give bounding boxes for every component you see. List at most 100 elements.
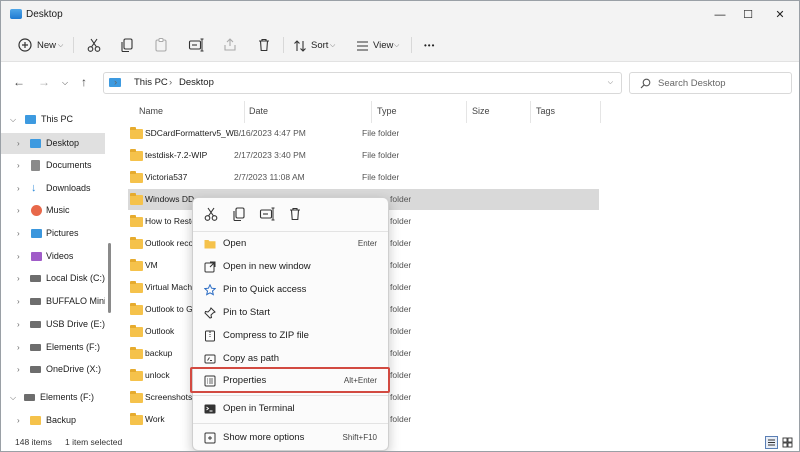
menu-item-show-more-options[interactable]: Show more options Shift+F10	[197, 427, 385, 449]
nav-item-label: Elements (F:)	[46, 342, 101, 352]
toolbar-separator	[411, 37, 412, 53]
column-divider[interactable]	[530, 101, 531, 123]
chevron-down-icon: ⌵	[330, 42, 336, 49]
menu-item-label: Compress to ZIP file	[223, 330, 309, 341]
menu-item-compress-zip[interactable]: Compress to ZIP file	[197, 325, 385, 347]
column-header-tags[interactable]: Tags	[536, 106, 555, 116]
address-bar[interactable]: › This PC › Desktop ⌵	[103, 72, 622, 94]
column-divider[interactable]	[371, 101, 372, 123]
column-header-name[interactable]: Name	[139, 106, 163, 116]
table-row[interactable]: testdisk-7.2-WIP 2/17/2023 3:40 PM File fo…	[128, 145, 599, 166]
chevron-right-icon[interactable]: ›	[17, 268, 20, 289]
folder-icon	[130, 391, 143, 403]
chevron-right-icon[interactable]: ›	[17, 223, 20, 244]
nav-item-this-pc[interactable]: ⌵ This PC	[1, 109, 105, 130]
breadcrumb-desktop[interactable]: Desktop	[179, 77, 214, 88]
nav-item-elements[interactable]: › Elements (F:)	[1, 337, 105, 358]
close-button[interactable]: ✕	[767, 5, 793, 25]
folder-icon	[130, 281, 143, 293]
chevron-right-icon[interactable]: ›	[17, 155, 20, 176]
tiles-view-icon[interactable]	[781, 436, 794, 449]
cut-icon[interactable]	[86, 37, 102, 53]
drive-icon	[30, 298, 41, 305]
copy-icon[interactable]	[230, 206, 248, 222]
nav-item-usb-drive[interactable]: › USB Drive (E:)	[1, 314, 105, 335]
up-arrow-icon[interactable]: ↑	[81, 75, 87, 89]
nav-item-local-disk[interactable]: › Local Disk (C:)	[1, 268, 105, 289]
menu-item-pin-quick-access[interactable]: Pin to Quick access	[197, 279, 385, 301]
chevron-right-icon[interactable]: ›	[17, 178, 20, 199]
menu-item-pin-start[interactable]: Pin to Start	[197, 302, 385, 324]
delete-icon[interactable]	[286, 206, 304, 222]
search-box[interactable]: Search Desktop	[629, 72, 792, 94]
chevron-right-icon[interactable]: ›	[17, 410, 20, 431]
file-name: SDCardFormatterv5_Wi...	[145, 128, 243, 138]
more-options-button[interactable]: •••	[424, 36, 435, 56]
chevron-right-icon[interactable]: ›	[17, 314, 20, 335]
forward-arrow-icon[interactable]: →	[38, 75, 50, 89]
folder-icon	[30, 416, 41, 425]
column-divider[interactable]	[244, 101, 245, 123]
nav-item-videos[interactable]: › Videos	[1, 246, 105, 267]
column-header-size[interactable]: Size	[472, 106, 490, 116]
menu-item-open-new-window[interactable]: Open in new window	[197, 256, 385, 278]
cut-icon[interactable]	[202, 206, 220, 222]
chevron-right-icon[interactable]: ›	[17, 337, 20, 358]
share-icon[interactable]	[222, 37, 238, 53]
chevron-down-icon: ⌵	[394, 42, 400, 49]
delete-icon[interactable]	[256, 37, 272, 53]
chevron-down-icon[interactable]: ⌵	[10, 109, 16, 130]
chevron-right-icon[interactable]: ›	[17, 246, 20, 267]
nav-item-elements-root[interactable]: ⌵ Elements (F:)	[1, 387, 105, 408]
nav-item-documents[interactable]: › Documents	[1, 155, 105, 176]
chevron-down-icon[interactable]: ⌵	[10, 387, 16, 408]
back-arrow-icon[interactable]: ←	[13, 75, 25, 89]
folder-icon	[130, 149, 143, 161]
menu-item-open-terminal[interactable]: Open in Terminal	[197, 398, 385, 420]
nav-item-downloads[interactable]: › ↓ Downloads	[1, 178, 105, 199]
recent-chevron-icon[interactable]: ⌵	[62, 78, 68, 88]
folder-icon	[130, 127, 143, 139]
menu-item-open[interactable]: Open Enter	[197, 233, 385, 255]
chevron-right-icon[interactable]: ›	[17, 359, 20, 380]
table-row[interactable]: SDCardFormatterv5_Wi... 3/16/2023 4:47 PM…	[128, 123, 599, 144]
folder-icon	[130, 237, 143, 249]
address-dropdown-icon[interactable]: ⌵	[608, 79, 613, 87]
new-window-icon	[204, 261, 216, 273]
minimize-button[interactable]: —	[707, 5, 733, 25]
details-view-icon[interactable]	[765, 436, 778, 449]
copy-icon[interactable]	[119, 37, 135, 53]
nav-item-pictures[interactable]: › Pictures	[1, 223, 105, 244]
menu-item-shortcut: Enter	[357, 239, 377, 248]
file-name: testdisk-7.2-WIP	[145, 150, 208, 160]
nav-item-desktop[interactable]: › Desktop	[1, 133, 105, 154]
drive-icon	[30, 275, 41, 282]
column-header-type[interactable]: Type	[377, 106, 397, 116]
column-divider[interactable]	[466, 101, 467, 123]
file-explorer-window: Desktop — ☐ ✕ New ⌵ Sort ⌵ View ⌵ ••• ← …	[0, 0, 800, 452]
paste-icon[interactable]	[153, 37, 169, 53]
file-name: Outlook	[145, 326, 175, 336]
file-name: How to Resto	[145, 216, 193, 226]
chevron-right-icon[interactable]: ›	[17, 200, 20, 221]
maximize-button[interactable]: ☐	[735, 5, 761, 25]
folder-icon	[130, 347, 143, 359]
folder-icon	[130, 259, 143, 271]
nav-item-buffalo[interactable]: › BUFFALO MiniS	[1, 291, 105, 312]
breadcrumb-this-pc[interactable]: This PC	[134, 77, 168, 88]
nav-item-backup[interactable]: › Backup	[1, 410, 105, 431]
table-row[interactable]: Victoria537 2/7/2023 11:08 AM File folder	[128, 167, 599, 188]
rename-icon[interactable]	[188, 37, 204, 53]
new-label: New	[37, 40, 57, 51]
nav-item-onedrive[interactable]: › OneDrive (X:)	[1, 359, 105, 380]
search-icon	[640, 78, 651, 89]
rename-icon[interactable]	[258, 206, 276, 222]
file-type: folder	[390, 282, 412, 292]
nav-pane-scrollbar[interactable]	[108, 243, 111, 313]
nav-item-music[interactable]: › Music	[1, 200, 105, 221]
column-header-date[interactable]: Date	[249, 106, 268, 116]
column-divider[interactable]	[600, 101, 601, 123]
file-name: Virtual Mach	[145, 282, 193, 292]
chevron-right-icon[interactable]: ›	[17, 133, 20, 154]
chevron-right-icon[interactable]: ›	[17, 291, 20, 312]
